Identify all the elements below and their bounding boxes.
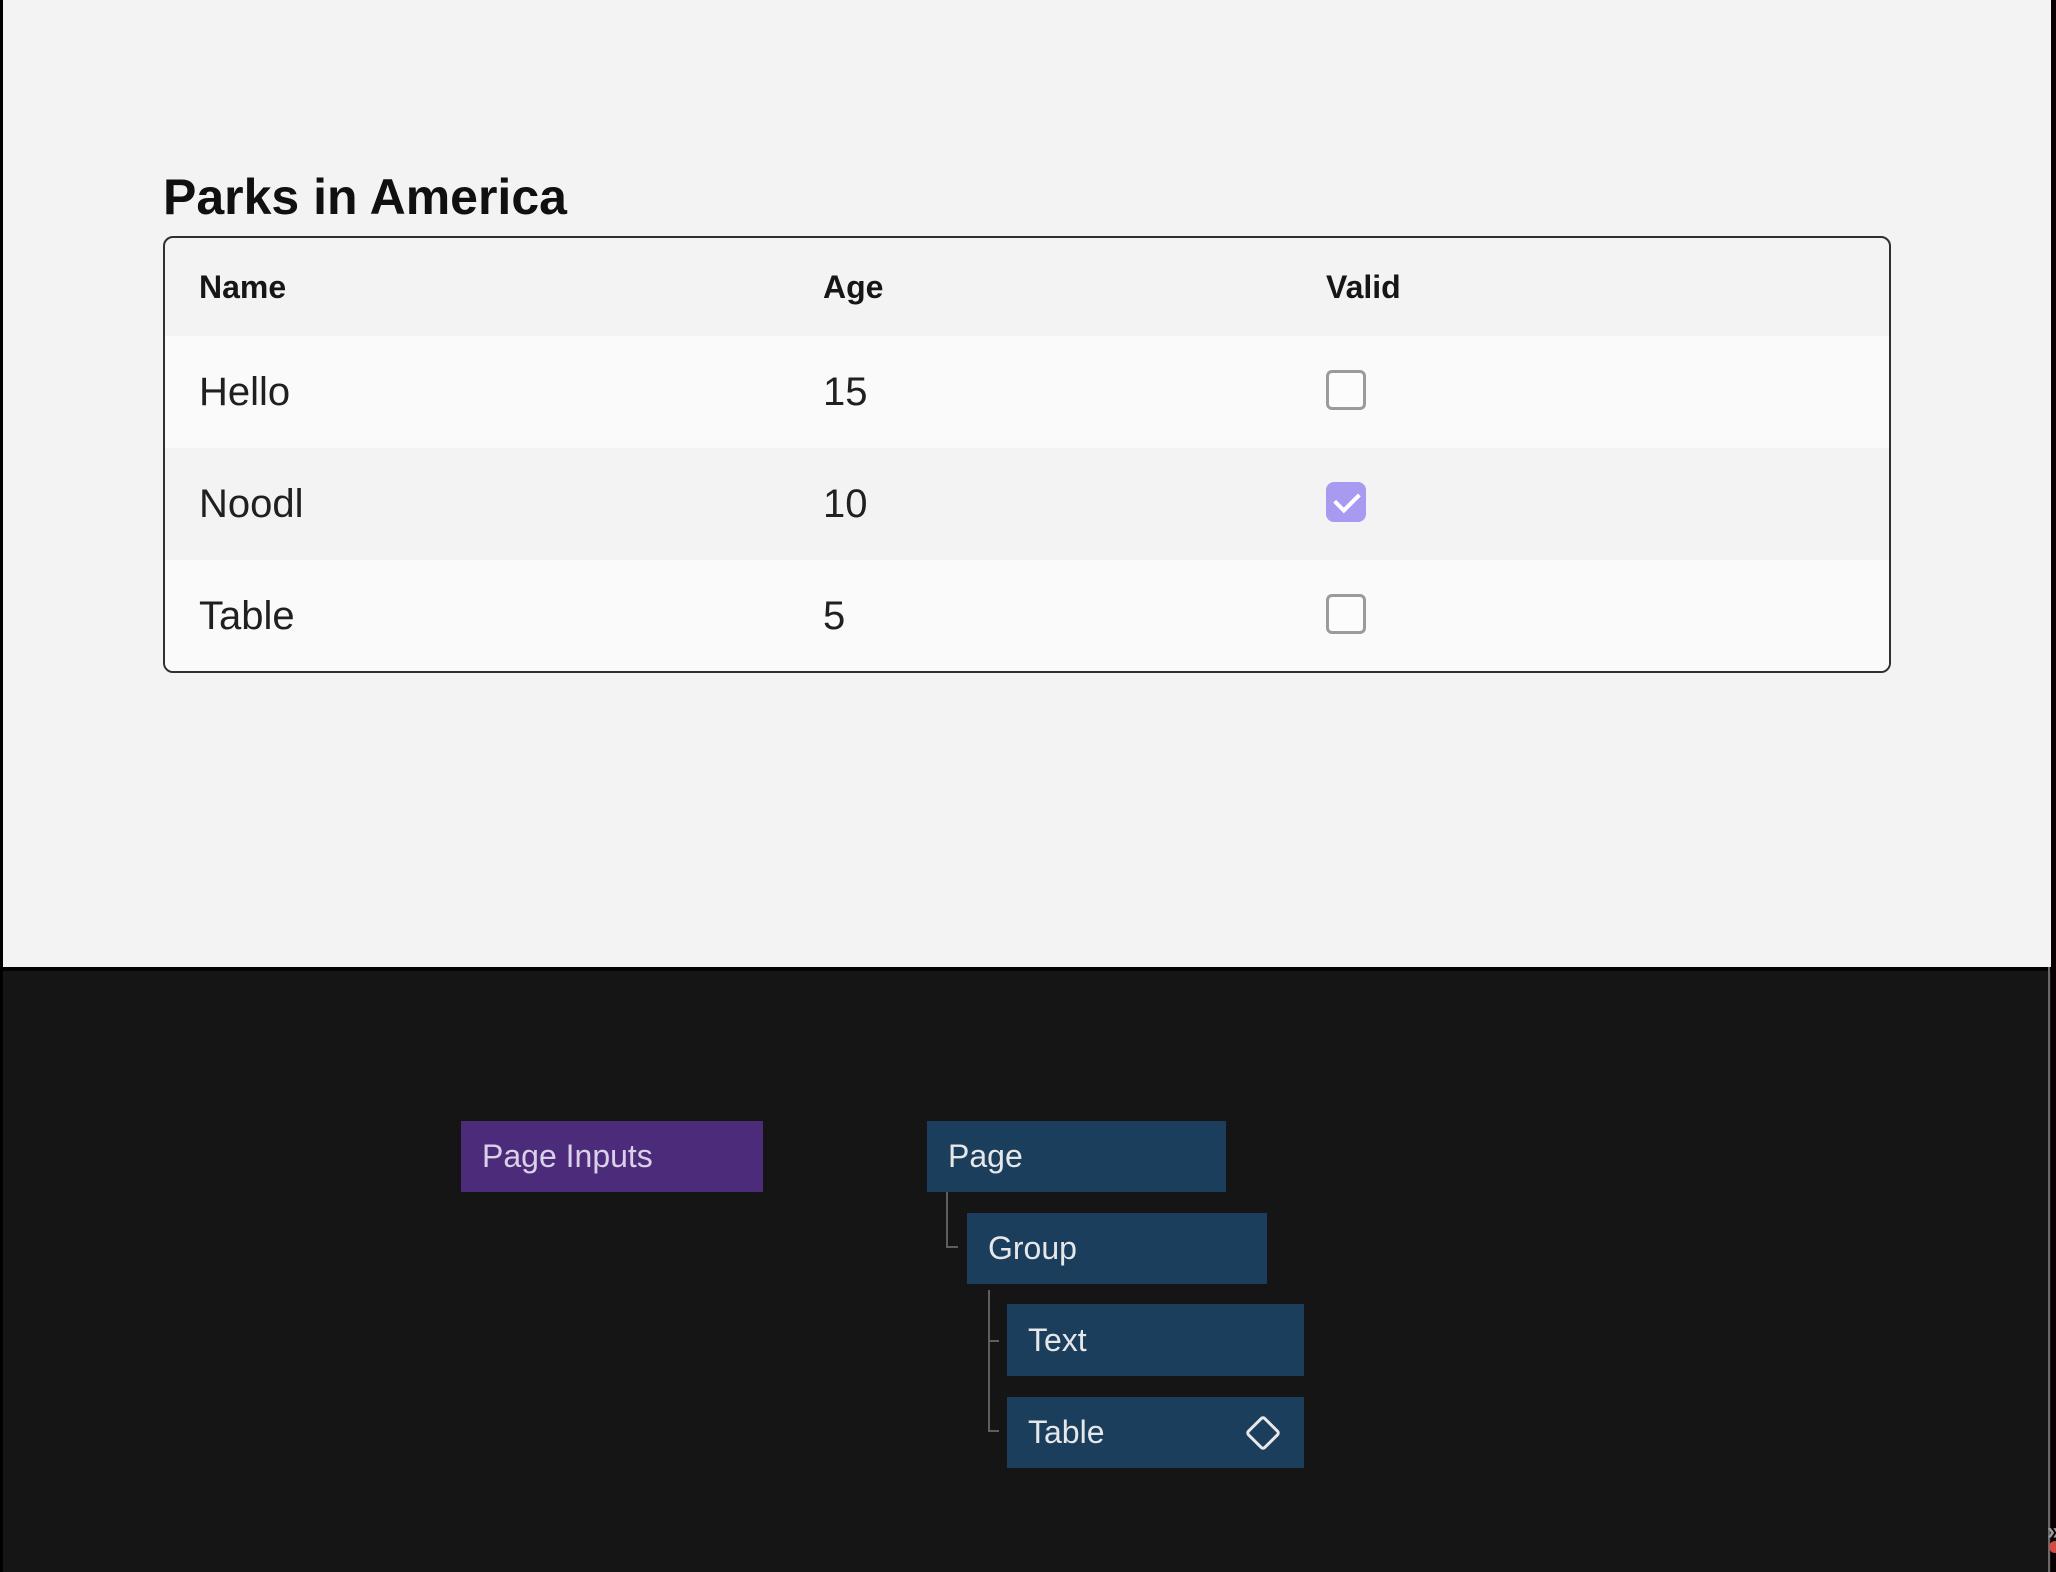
connector-page-group xyxy=(946,1192,958,1248)
cell-age: 10 xyxy=(823,482,1326,527)
connector-group-text xyxy=(988,1290,999,1342)
column-header-age: Age xyxy=(823,269,1326,306)
valid-checkbox[interactable] xyxy=(1326,370,1366,410)
component-diamond-icon xyxy=(1245,1414,1282,1451)
cell-name: Table xyxy=(165,594,823,639)
valid-checkbox[interactable] xyxy=(1326,594,1366,634)
table-row: Noodl 10 xyxy=(165,448,1889,560)
node-label: Text xyxy=(1028,1322,1087,1359)
table-header-row: Name Age Valid xyxy=(165,238,1889,336)
parks-table: Name Age Valid Hello 15 Noodl 10 Table 5 xyxy=(163,236,1891,673)
node-label: Page Inputs xyxy=(482,1138,653,1175)
node-label: Group xyxy=(988,1230,1077,1267)
node-text[interactable]: Text xyxy=(1007,1304,1304,1376)
page-title: Parks in America xyxy=(163,168,567,226)
node-page[interactable]: Page xyxy=(927,1121,1226,1192)
valid-checkbox[interactable] xyxy=(1326,482,1366,522)
right-edge-strip xyxy=(2051,0,2056,1572)
cell-age: 5 xyxy=(823,594,1326,639)
table-row: Table 5 xyxy=(165,560,1889,672)
cell-age: 15 xyxy=(823,370,1326,415)
node-label: Table xyxy=(1028,1414,1105,1451)
notification-dot xyxy=(2049,1541,2056,1553)
cell-name: Noodl xyxy=(165,482,823,527)
right-panel-edge[interactable] xyxy=(2048,967,2050,1572)
node-label: Page xyxy=(948,1138,1023,1175)
node-table[interactable]: Table xyxy=(1007,1397,1304,1468)
left-edge-strip xyxy=(0,0,3,1572)
node-group[interactable]: Group xyxy=(967,1213,1267,1284)
column-header-name: Name xyxy=(165,269,823,306)
cell-name: Hello xyxy=(165,370,823,415)
connector-group-table xyxy=(988,1342,999,1432)
node-page-inputs[interactable]: Page Inputs xyxy=(461,1121,763,1192)
column-header-valid: Valid xyxy=(1326,269,1889,306)
table-row: Hello 15 xyxy=(165,336,1889,448)
